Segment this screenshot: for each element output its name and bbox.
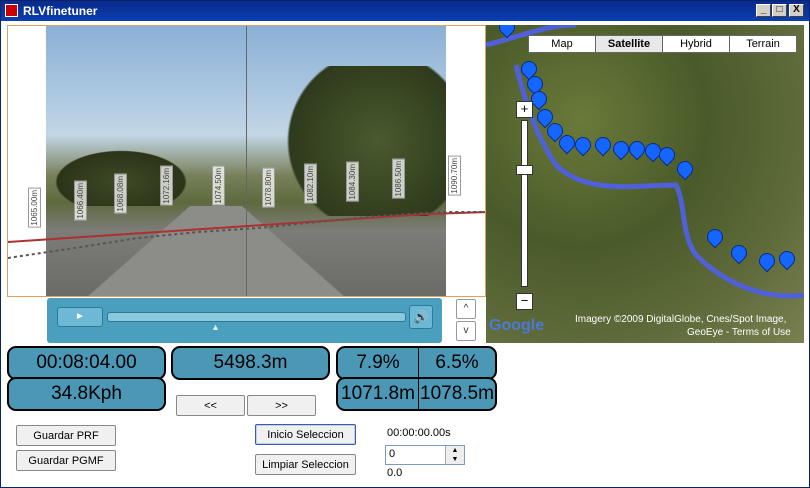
seek-position-marker[interactable]: ▲ bbox=[211, 322, 220, 332]
spinner-up-icon[interactable]: ▲ bbox=[446, 446, 464, 455]
map-attribution-terms[interactable]: GeoEye - Terms of Use bbox=[687, 327, 791, 338]
window-title: RLVfinetuner bbox=[23, 4, 98, 18]
play-icon: ► bbox=[75, 311, 85, 322]
slope-a-value: 7.9% bbox=[356, 352, 400, 373]
time-readout: 00:08:04.00 bbox=[7, 346, 166, 380]
video-panel[interactable]: 1065.00m 1066.40m 1068.08m 1072.16m 1074.50m… bbox=[7, 25, 486, 297]
selection-spinner[interactable]: 0 ▲ ▼ bbox=[385, 445, 465, 465]
close-button[interactable]: X bbox=[789, 4, 804, 17]
elevation-marker-label: 1084.30m bbox=[346, 162, 359, 202]
spinner-value: 0 bbox=[389, 448, 396, 460]
step-back-button[interactable]: << bbox=[176, 395, 245, 416]
zoom-out-button[interactable]: − bbox=[516, 293, 533, 310]
elevation-marker-label: 1066.40m bbox=[74, 181, 87, 221]
elevation-marker-label: 1065.00m bbox=[28, 188, 41, 228]
title-bar: RLVfinetuner _ □ X bbox=[1, 1, 809, 21]
satellite-map[interactable]: Map Satellite Hybrid Terrain + − Google … bbox=[486, 25, 804, 343]
seek-bar[interactable] bbox=[107, 312, 406, 322]
app-icon bbox=[5, 4, 18, 17]
scroll-up-button[interactable]: ^ bbox=[456, 299, 476, 319]
selection-value: 0.0 bbox=[387, 467, 403, 479]
spinner-down-icon[interactable]: ▼ bbox=[446, 455, 464, 464]
limpiar-seleccion-button[interactable]: Limpiar Seleccion bbox=[255, 454, 356, 475]
map-type-satellite[interactable]: Satellite bbox=[595, 35, 663, 53]
elevation-marker-label: 1078.80m bbox=[262, 168, 275, 208]
zoom-slider-track[interactable] bbox=[521, 120, 528, 287]
step-forward-button[interactable]: >> bbox=[247, 395, 316, 416]
play-button[interactable]: ► bbox=[57, 307, 103, 327]
elevation-marker-label: 1072.16m bbox=[160, 166, 173, 206]
inicio-seleccion-button[interactable]: Inicio Seleccion bbox=[255, 424, 356, 445]
elevation-profile bbox=[8, 211, 485, 259]
guardar-pgmf-button[interactable]: Guardar PGMF bbox=[16, 450, 116, 471]
altitude-readout: 1071.8m 1078.5m bbox=[336, 377, 497, 411]
scroll-down-button[interactable]: v bbox=[456, 321, 476, 341]
elevation-marker-label: 1074.50m bbox=[212, 166, 225, 206]
slope-readout: 7.9% 6.5% bbox=[336, 346, 497, 380]
elevation-marker-label: 1068.08m bbox=[114, 174, 127, 214]
map-type-terrain[interactable]: Terrain bbox=[729, 35, 797, 53]
guardar-prf-button[interactable]: Guardar PRF bbox=[16, 425, 116, 446]
elevation-marker-label: 1086.50m bbox=[392, 159, 405, 199]
volume-icon: 🔊 bbox=[413, 310, 429, 324]
altitude-a-value: 1071.8m bbox=[341, 383, 415, 404]
zoom-in-button[interactable]: + bbox=[516, 101, 533, 118]
volume-button[interactable]: 🔊 bbox=[409, 305, 433, 329]
slope-b-value: 6.5% bbox=[435, 352, 479, 373]
elevation-marker-label: 1082.10m bbox=[304, 164, 317, 204]
video-player-bar: ► ▲ 🔊 bbox=[47, 298, 442, 343]
map-attribution-line1: Imagery ©2009 DigitalGlobe, Cnes/Spot Im… bbox=[575, 314, 787, 325]
map-type-map[interactable]: Map bbox=[528, 35, 596, 53]
zoom-slider-thumb[interactable] bbox=[516, 165, 533, 175]
maximize-button[interactable]: □ bbox=[772, 4, 787, 17]
elevation-marker-label: 1090.70m bbox=[448, 156, 461, 196]
altitude-b-value: 1078.5m bbox=[420, 383, 494, 404]
google-logo: Google bbox=[489, 317, 545, 334]
minimize-button[interactable]: _ bbox=[756, 4, 771, 17]
map-type-hybrid[interactable]: Hybrid bbox=[662, 35, 730, 53]
app-window: RLVfinetuner _ □ X 1065.00m 1066.40m 1068.… bbox=[0, 0, 810, 488]
distance-readout: 5498.3m bbox=[171, 346, 330, 380]
speed-readout: 34.8Kph bbox=[7, 377, 166, 411]
selection-timestamp: 00:00:00.00s bbox=[387, 427, 451, 439]
